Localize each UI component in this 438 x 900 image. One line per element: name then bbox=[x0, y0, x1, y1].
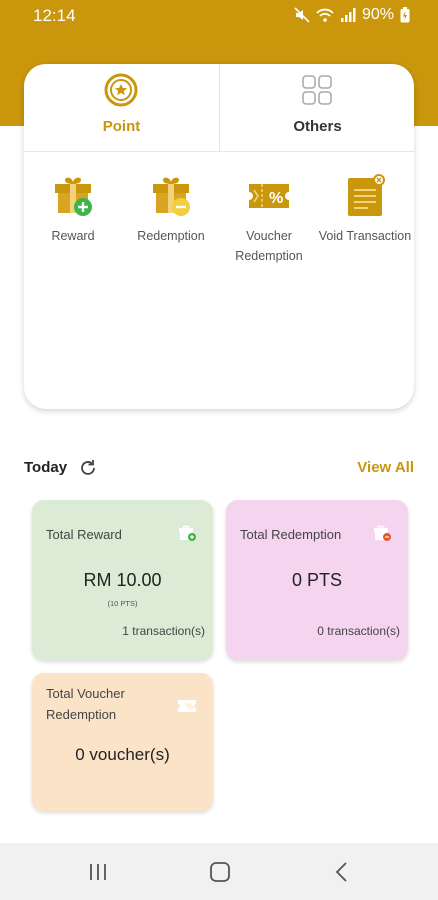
total-redemption-value: 0 PTS bbox=[291, 570, 343, 590]
tab-bar: Point Others bbox=[24, 64, 414, 152]
tab-point[interactable]: Point bbox=[24, 64, 219, 152]
redemption-label: Redemption bbox=[137, 229, 205, 243]
redemption-button[interactable]: Redemption bbox=[122, 174, 220, 246]
wifi-icon bbox=[316, 8, 334, 22]
total-reward-title: Total Reward bbox=[46, 527, 122, 542]
gift-plus-icon bbox=[55, 177, 92, 216]
total-reward-points: (10 PTS) bbox=[107, 599, 138, 608]
reward-button[interactable]: Reward bbox=[24, 174, 122, 246]
home-icon[interactable] bbox=[208, 860, 232, 884]
today-label: Today bbox=[24, 459, 68, 476]
action-grid: Reward Redemption % Voucher Redemption V… bbox=[24, 174, 414, 274]
gift-plus-icon bbox=[179, 525, 196, 541]
total-voucher-title: Total Voucher Redemption bbox=[46, 683, 125, 725]
total-redemption-count: 0 transaction(s) bbox=[317, 624, 400, 638]
void-transaction-button[interactable]: Void Transaction bbox=[316, 174, 414, 246]
view-all-link[interactable]: View All bbox=[357, 459, 414, 476]
total-voucher-value: 0 voucher(s) bbox=[75, 745, 170, 764]
total-reward-card[interactable]: Total Reward RM 10.00 (10 PTS) 1 transac… bbox=[32, 500, 213, 660]
tab-others[interactable]: Others bbox=[219, 64, 414, 152]
voucher-percent-icon: % bbox=[249, 184, 289, 208]
back-icon[interactable] bbox=[330, 860, 354, 884]
android-nav-bar bbox=[0, 843, 438, 900]
gift-minus-icon bbox=[374, 525, 391, 541]
battery-percent: 90% bbox=[361, 6, 394, 23]
reward-label: Reward bbox=[51, 229, 95, 243]
total-reward-value: RM 10.00 bbox=[83, 570, 162, 590]
mute-icon bbox=[294, 7, 310, 23]
refresh-icon[interactable] bbox=[78, 458, 98, 478]
star-coin-icon bbox=[104, 73, 138, 107]
tab-point-label: Point bbox=[102, 118, 141, 135]
svg-text:%: % bbox=[186, 702, 193, 711]
void-document-icon bbox=[348, 174, 385, 216]
status-bar: 12:14 90% bbox=[0, 0, 438, 32]
total-voucher-title-line2: Redemption bbox=[46, 707, 117, 722]
voucher-percent-icon: % bbox=[178, 700, 196, 712]
total-redemption-title: Total Redemption bbox=[240, 527, 342, 542]
recent-apps-icon[interactable] bbox=[86, 860, 110, 884]
today-header: Today View All bbox=[24, 456, 414, 480]
status-time: 12:14 bbox=[33, 6, 76, 25]
voucher-redemption-button[interactable]: % Voucher Redemption bbox=[220, 174, 318, 266]
action-menu-card: Point Others Reward Redemption % Voucher… bbox=[24, 64, 414, 409]
tab-others-label: Others bbox=[293, 118, 342, 135]
status-icons: 90% bbox=[294, 6, 410, 24]
total-redemption-card[interactable]: Total Redemption 0 PTS 0 transaction(s) bbox=[226, 500, 408, 660]
svg-text:%: % bbox=[269, 190, 283, 207]
void-transaction-label: Void Transaction bbox=[318, 229, 412, 243]
total-voucher-title-line1: Total Voucher bbox=[46, 686, 125, 701]
total-reward-count: 1 transaction(s) bbox=[122, 624, 205, 638]
battery-icon bbox=[400, 7, 410, 23]
grid-icon bbox=[302, 75, 332, 105]
total-voucher-card[interactable]: Total Voucher Redemption % 0 voucher(s) bbox=[32, 673, 213, 811]
signal-icon bbox=[340, 8, 356, 22]
gift-minus-icon bbox=[153, 177, 190, 216]
voucher-redemption-label: Voucher Redemption bbox=[235, 229, 303, 263]
